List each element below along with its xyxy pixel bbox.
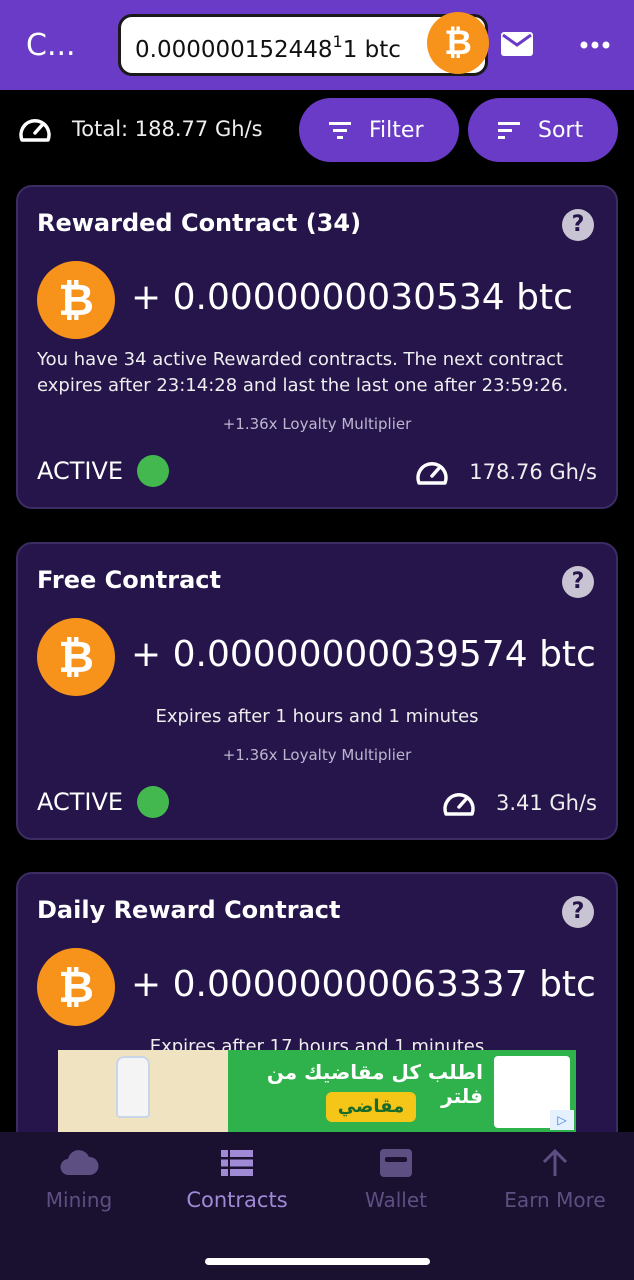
contract-reward: + 0.00000000063337 btc [131,964,596,1005]
nav-label: Contracts [186,1188,288,1212]
list-icon [221,1150,253,1176]
app-title[interactable]: C... [26,28,76,63]
ad-cta-button[interactable]: مقاضي [326,1092,416,1122]
help-icon[interactable]: ? [562,566,594,598]
speedometer-icon [19,119,51,142]
nav-wallet[interactable]: Wallet [317,1146,475,1212]
cloud-icon [60,1150,99,1176]
speedometer-icon [443,793,475,816]
bitcoin-icon: ₿ [37,618,115,696]
contract-title: Daily Reward Contract [37,896,341,924]
top-bar: C... 0.00000015244811 btc ₿ [0,0,634,90]
contract-card-rewarded[interactable]: Rewarded Contract (34) ? ₿ + 0.000000003… [16,185,618,509]
contract-reward: + 0.00000000039574 btc [131,634,596,675]
contract-description: Expires after 1 hours and 1 minutes [155,706,479,727]
ad-product-image [58,1050,228,1132]
wallet-icon [380,1149,412,1177]
mail-icon[interactable] [500,30,534,58]
nav-label: Wallet [364,1188,427,1212]
nav-label: Earn More [504,1188,606,1212]
nav-earn-more[interactable]: Earn More [476,1146,634,1212]
sort-button[interactable]: Sort [468,98,618,162]
nav-contracts[interactable]: Contracts [158,1146,316,1212]
sort-label: Sort [538,117,584,143]
contract-card-free[interactable]: Free Contract ? ₿ + 0.00000000039574 btc… [16,542,618,840]
contract-title: Rewarded Contract (34) [37,209,362,237]
contract-hashrate: 178.76 Gh/s [415,457,597,487]
more-icon[interactable] [580,36,610,54]
filter-icon [329,122,351,139]
help-icon[interactable]: ? [562,209,594,241]
status-badge: ACTIVE [37,455,170,487]
contract-description: You have 34 active Rewarded contracts. T… [37,349,569,396]
total-hashrate: Total: 188.77 Gh/s [72,117,263,141]
loyalty-multiplier: +1.36x Loyalty Multiplier [222,415,412,433]
sort-icon [498,122,520,139]
home-indicator[interactable] [205,1258,430,1265]
ad-choices-icon[interactable]: ▷ [550,1110,574,1130]
contract-title: Free Contract [37,566,221,594]
filter-label: Filter [369,117,424,143]
balance-value: 0.00000015244811 btc [135,32,401,63]
nav-mining[interactable]: Mining [0,1146,158,1212]
bitcoin-icon: ₿ [37,948,115,1026]
milk-bottle-icon [116,1056,150,1118]
filter-button[interactable]: Filter [299,98,459,162]
nav-label: Mining [45,1188,113,1212]
bitcoin-icon: ₿ [37,261,115,339]
arrow-up-icon [542,1148,568,1176]
status-dot [137,455,170,487]
speedometer-icon [416,462,448,485]
status-dot [137,786,170,818]
contract-reward: + 0.0000000030534 btc [131,277,573,318]
loyalty-multiplier: +1.36x Loyalty Multiplier [222,746,412,764]
status-badge: ACTIVE [37,786,170,818]
contract-hashrate: 3.41 Gh/s [442,788,597,818]
help-icon[interactable]: ? [562,896,594,928]
ad-banner[interactable]: اطلب كل مقاضيك من فلتر مقاضي ▷ [58,1050,576,1132]
bitcoin-icon: ₿ [427,12,489,74]
